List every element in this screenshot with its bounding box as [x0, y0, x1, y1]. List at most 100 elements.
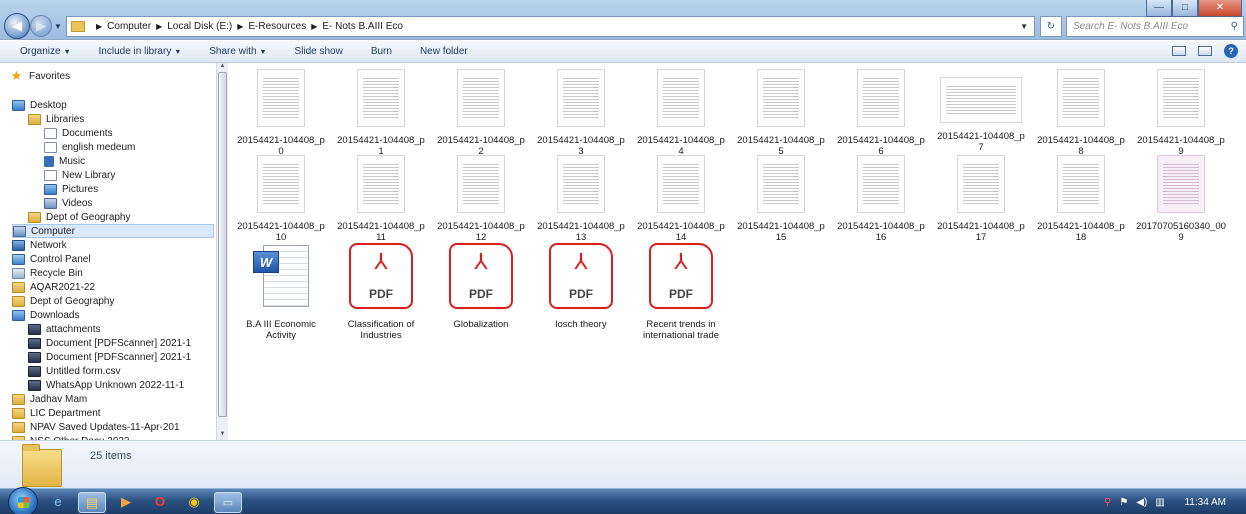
explorer-icon[interactable]: ▤ [78, 492, 106, 513]
address-dropdown-icon[interactable]: ▼ [1020, 22, 1028, 31]
file-item[interactable]: 20154421-104408_p6 [835, 69, 927, 157]
file-item[interactable]: 20154421-104408_p5 [735, 69, 827, 157]
file-item[interactable]: ⅄ PDF losch theory [535, 243, 627, 330]
nav-item[interactable]: Document [PDFScanner] 2021-1 [28, 350, 191, 364]
chevron-right-icon[interactable]: ▶ [156, 22, 162, 31]
nav-item[interactable]: Untitled form.csv [28, 364, 120, 378]
nav-item[interactable]: NPAV Saved Updates-11-Apr-201 [12, 420, 180, 434]
app-icon [28, 351, 41, 363]
chrome-icon[interactable]: ◉ [180, 492, 208, 513]
address-bar[interactable]: ▶ Computer ▶ Local Disk (E:) ▶ E-Resourc… [66, 16, 1035, 37]
nav-item[interactable]: Music [44, 154, 85, 168]
file-item[interactable]: 20154421-104408_p10 [235, 155, 327, 243]
preview-pane-icon[interactable] [1198, 46, 1212, 56]
nav-item[interactable]: Desktop [12, 98, 67, 112]
chevron-right-icon[interactable]: ▶ [311, 22, 317, 31]
nav-item[interactable]: Downloads [12, 308, 79, 322]
minimize-button[interactable]: — [1146, 0, 1172, 17]
file-item[interactable]: 20154421-104408_p0 [235, 69, 327, 157]
breadcrumb-e-resources[interactable]: E-Resources [248, 21, 306, 32]
chevron-right-icon[interactable]: ▶ [237, 22, 243, 31]
nav-item[interactable]: english medeum [44, 140, 135, 154]
nav-item[interactable]: Recycle Bin [12, 266, 83, 280]
burn-button[interactable]: Burn [371, 46, 392, 57]
scroll-up-icon[interactable]: ▲ [217, 63, 228, 72]
file-item[interactable]: 20154421-104408_p15 [735, 155, 827, 243]
taskbar: e ▤ ▶ O ◉ ▭ ⚲ ⚑ ◀) ▥ 11:34 AM [0, 487, 1246, 514]
nav-item[interactable]: Network [12, 238, 67, 252]
file-item[interactable]: 20154421-104408_p1 [335, 69, 427, 157]
internet-explorer-icon[interactable]: e [44, 492, 72, 513]
back-button[interactable]: ◀ [4, 13, 30, 39]
nav-item[interactable]: Computer [12, 224, 214, 238]
file-item[interactable]: 20154421-104408_p2 [435, 69, 527, 157]
image-thumbnail [257, 155, 305, 213]
nav-item[interactable]: WhatsApp Unknown 2022-11-1 [28, 378, 184, 392]
file-item[interactable]: 20154421-104408_p12 [435, 155, 527, 243]
nav-scrollbar[interactable]: ▲ ▼ [216, 63, 228, 440]
nav-item[interactable]: Control Panel [12, 252, 91, 266]
recent-pages-dropdown[interactable]: ▼ [54, 22, 62, 31]
scroll-down-icon[interactable]: ▼ [217, 431, 228, 440]
folder-icon [22, 444, 62, 487]
media-player-icon[interactable]: ▶ [112, 492, 140, 513]
new-folder-button[interactable]: New folder [420, 46, 468, 57]
nav-item[interactable]: Jadhav Mam [12, 392, 87, 406]
breadcrumb-current-folder[interactable]: E- Nots B.AIII Eco [322, 21, 403, 32]
file-item[interactable]: 20154421-104408_p3 [535, 69, 627, 157]
clock[interactable]: 11:34 AM [1184, 497, 1226, 508]
scroll-thumb[interactable] [218, 72, 227, 417]
file-item[interactable]: ⅄ PDF Classification of Industries [335, 243, 427, 341]
file-item[interactable]: 20154421-104408_p13 [535, 155, 627, 243]
file-item[interactable]: 20154421-104408_p9 [1135, 69, 1227, 157]
refresh-button[interactable]: ↻ [1040, 16, 1062, 37]
nav-item[interactable]: Dept of Geography [12, 294, 115, 308]
flag-icon[interactable]: ⚑ [1119, 497, 1128, 508]
file-item[interactable]: 20154421-104408_p7 [935, 69, 1027, 153]
nav-item[interactable]: attachments [28, 322, 100, 336]
file-item[interactable]: 20154421-104408_p14 [635, 155, 727, 243]
nav-item[interactable]: Libraries [28, 112, 84, 126]
maximize-button[interactable]: □ [1172, 0, 1198, 17]
nav-item[interactable]: Pictures [44, 182, 98, 196]
nav-item[interactable]: Dept of Geography [28, 210, 131, 224]
file-item[interactable]: ⅄ PDF Globalization [435, 243, 527, 330]
file-item[interactable]: W B.A III Economic Activity [235, 243, 327, 341]
organize-button[interactable]: Organize ▼ [20, 46, 71, 57]
include-in-library-button[interactable]: Include in library ▼ [99, 46, 182, 57]
help-icon[interactable]: ? [1224, 44, 1238, 58]
volume-icon[interactable]: ◀) [1136, 497, 1147, 508]
start-button[interactable] [8, 487, 38, 514]
file-name: 20154421-104408_p1 [337, 135, 425, 157]
nav-item[interactable]: LIC Department [12, 406, 101, 420]
file-item[interactable]: 20154421-104408_p18 [1035, 155, 1127, 243]
change-view-icon[interactable] [1172, 46, 1186, 56]
user-folder-icon [28, 211, 41, 223]
search-input[interactable]: Search E- Nots B.AIII Eco ⚲ [1066, 16, 1244, 37]
file-item[interactable]: ⅄ PDF Recent trends in international trade [635, 243, 727, 341]
nav-item[interactable]: New Library [44, 168, 115, 182]
file-item[interactable]: 20154421-104408_p8 [1035, 69, 1127, 157]
antivirus-icon[interactable]: ⚲ [1104, 497, 1111, 508]
breadcrumb-computer[interactable]: Computer [107, 21, 151, 32]
nav-item[interactable]: Videos [44, 196, 92, 210]
close-button[interactable]: ✕ [1198, 0, 1242, 17]
opera-icon[interactable]: O [146, 492, 174, 513]
slide-show-button[interactable]: Slide show [294, 46, 342, 57]
nav-item[interactable]: Documents [44, 126, 113, 140]
folder-icon [71, 21, 85, 32]
file-item[interactable]: 20154421-104408_p11 [335, 155, 427, 243]
file-item[interactable]: 20154421-104408_p4 [635, 69, 727, 157]
nav-item[interactable]: ★ Favorites [10, 68, 70, 83]
share-with-button[interactable]: Share with ▼ [209, 46, 266, 57]
breadcrumb-local-disk[interactable]: Local Disk (E:) [167, 21, 232, 32]
file-item[interactable]: 20154421-104408_p16 [835, 155, 927, 243]
search-icon[interactable]: ⚲ [1231, 17, 1238, 36]
nav-item[interactable]: AQAR2021-22 [12, 280, 95, 294]
file-item[interactable]: 20154421-104408_p17 [935, 155, 1027, 243]
forward-button[interactable]: ▶ [30, 15, 52, 37]
file-item[interactable]: 20170705160340_009 [1135, 155, 1227, 243]
nav-item[interactable]: Document [PDFScanner] 2021-1 [28, 336, 191, 350]
app-window-icon[interactable]: ▭ [214, 492, 242, 513]
network-status-icon[interactable]: ▥ [1155, 497, 1164, 508]
